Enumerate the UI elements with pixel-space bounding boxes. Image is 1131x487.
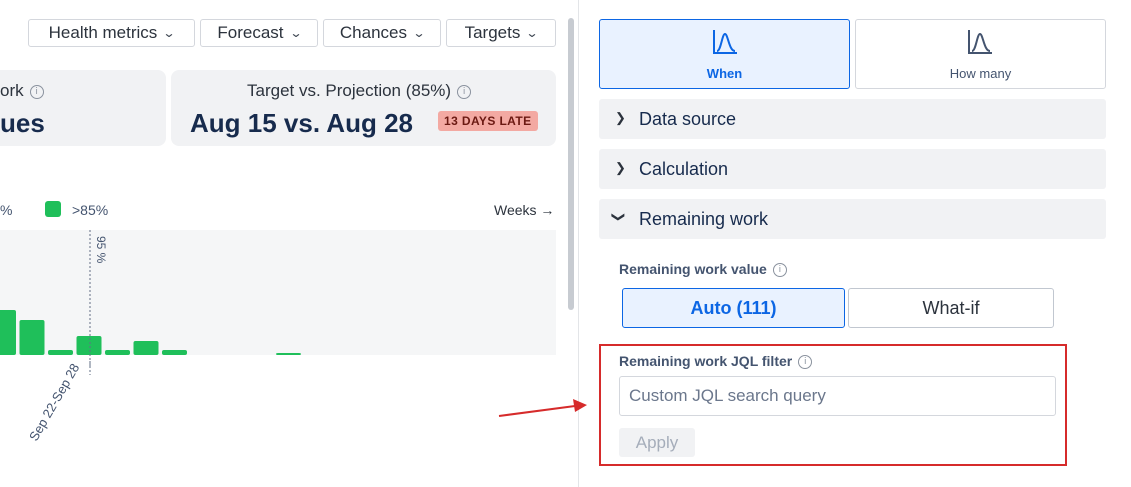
- distribution-curve-icon: [713, 30, 737, 54]
- remaining-work-card: ork i ues: [0, 70, 166, 146]
- chart-bar[interactable]: [276, 353, 301, 355]
- highlight-box: [599, 344, 1067, 466]
- card-title: ork: [0, 81, 24, 100]
- remaining-work-section[interactable]: ❯ Remaining work: [599, 199, 1106, 239]
- legend-label: >85%: [72, 202, 109, 218]
- card-value: ues: [0, 108, 45, 138]
- targets-label: Targets: [464, 23, 521, 42]
- legend-swatch: [45, 201, 61, 217]
- targets-dropdown[interactable]: Targets ⌄: [446, 19, 556, 47]
- chart-bar[interactable]: [19, 320, 45, 355]
- card-value: Aug 15 vs. Aug 28: [190, 108, 413, 138]
- section-title: Data source: [639, 109, 737, 129]
- chart-bar[interactable]: [133, 341, 159, 355]
- info-icon[interactable]: i: [29, 85, 44, 99]
- distribution-curve-icon: [968, 30, 992, 54]
- chart-bar[interactable]: [0, 310, 16, 355]
- when-mode-label: When: [706, 66, 743, 81]
- auto-option-label: Auto (111): [690, 297, 777, 318]
- forecast-label: Forecast: [217, 23, 284, 42]
- chevron-right-icon: ❯: [615, 160, 626, 175]
- chevron-down-icon: ⌄: [525, 26, 539, 40]
- legend-fragment: %: [0, 202, 13, 218]
- chart-bar[interactable]: [162, 350, 187, 355]
- how-many-mode-label: How many: [949, 66, 1012, 81]
- auto-option-button[interactable]: Auto (111): [622, 288, 845, 328]
- forecast-chart: [0, 230, 301, 375]
- forecast-dropdown[interactable]: Forecast ⌄: [200, 19, 318, 47]
- whatif-option-label: What-if: [922, 297, 980, 318]
- chart-bar[interactable]: [48, 350, 73, 355]
- health-metrics-label: Health metrics: [48, 23, 158, 42]
- marker-label: 95 %: [94, 236, 108, 264]
- info-icon[interactable]: i: [772, 263, 787, 277]
- chevron-right-icon: ❯: [615, 110, 626, 125]
- annotation-arrow: [498, 399, 587, 417]
- chances-dropdown[interactable]: Chances ⌄: [323, 19, 441, 47]
- whatif-option-button[interactable]: What-if: [848, 288, 1054, 328]
- info-icon[interactable]: i: [457, 85, 472, 99]
- chart-bar[interactable]: [76, 336, 102, 355]
- chances-label: Chances: [339, 23, 408, 42]
- chevron-down-icon: ⌄: [412, 26, 426, 40]
- when-mode-button[interactable]: When: [599, 19, 850, 89]
- remaining-work-value-label: Remaining work value: [619, 261, 767, 277]
- chevron-down-icon: ⌄: [289, 26, 303, 40]
- how-many-mode-button[interactable]: How many: [855, 19, 1106, 89]
- chevron-down-icon: ❯: [611, 211, 627, 223]
- target-projection-card: Target vs. Projection (85%) i Aug 15 vs. …: [171, 70, 556, 146]
- chevron-down-icon: ⌄: [162, 26, 176, 40]
- health-metrics-dropdown[interactable]: Health metrics ⌄: [28, 19, 195, 47]
- weeks-link[interactable]: Weeks →: [494, 202, 554, 218]
- scrollbar-thumb[interactable]: [568, 18, 574, 310]
- card-title: Target vs. Projection (85%): [247, 81, 452, 100]
- chart-bar[interactable]: [105, 350, 130, 355]
- data-source-section[interactable]: ❯ Data source: [599, 99, 1106, 139]
- section-title: Remaining work: [639, 209, 769, 229]
- calculation-section[interactable]: ❯ Calculation: [599, 149, 1106, 189]
- section-title: Calculation: [639, 159, 729, 179]
- days-late-badge: 13 DAYS LATE: [438, 111, 538, 131]
